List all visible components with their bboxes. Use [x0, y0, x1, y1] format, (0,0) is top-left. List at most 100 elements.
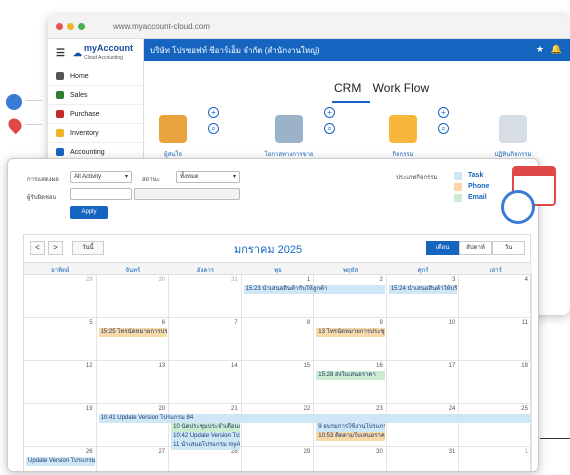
crm-module-2[interactable]: กิจกรรม: [378, 115, 428, 159]
day-cell[interactable]: 9: [314, 318, 387, 361]
day-cell[interactable]: 31: [169, 275, 242, 318]
hamburger-icon[interactable]: ☰: [56, 48, 65, 59]
sidebar-item-sales[interactable]: Sales: [48, 86, 143, 105]
type-select[interactable]: All Activity ▾: [70, 171, 132, 183]
day-cell[interactable]: 24: [386, 404, 460, 447]
logo-subtext: Cloud Accounting: [83, 55, 123, 61]
decor-lines: [26, 124, 42, 125]
day-cell[interactable]: 28: [169, 447, 242, 471]
bell-icon[interactable]: 🔔: [551, 44, 562, 55]
view-week-button[interactable]: สัปดาห์: [459, 241, 492, 255]
search-icon[interactable]: ⌕: [324, 123, 335, 134]
maximize-dot[interactable]: [78, 23, 85, 30]
clock-icon: [6, 94, 22, 110]
day-cell[interactable]: 1: [459, 447, 532, 471]
day-cell[interactable]: 16: [314, 361, 387, 404]
day-cell[interactable]: 29: [242, 447, 315, 471]
search-icon[interactable]: ⌕: [208, 123, 219, 134]
day-cell[interactable]: 2: [314, 275, 387, 318]
calendar-event[interactable]: Update Version โปรแกรม 84: [26, 457, 95, 466]
day-cell[interactable]: 7: [169, 318, 242, 361]
day-cell[interactable]: 20: [96, 404, 170, 447]
day-cell[interactable]: 8: [241, 318, 315, 361]
next-month-button[interactable]: >: [48, 241, 63, 255]
status-select[interactable]: ทั้งหมด ▾: [176, 171, 240, 183]
day-number: 22: [303, 406, 311, 412]
day-cell[interactable]: 27: [97, 447, 170, 471]
calendar-event[interactable]: 10:41 Update Version โปรแกรม 84: [98, 414, 530, 423]
close-dot[interactable]: [56, 23, 63, 30]
tab-workflow[interactable]: Work Flow: [373, 81, 429, 95]
day-number: 6: [161, 320, 166, 326]
day-cell[interactable]: 12: [24, 361, 97, 404]
sidebar-item-inventory[interactable]: Inventory: [48, 124, 143, 143]
calendar-event[interactable]: 13 โทรนัดหมายการประชุม: [316, 328, 385, 337]
sidebar-item-purchase[interactable]: Purchase: [48, 105, 143, 124]
legend-phone: Phone: [468, 183, 490, 190]
day-cell[interactable]: 18: [459, 361, 532, 404]
calendar-event[interactable]: 10:53 ติดตามใบเสนอราค: [316, 432, 385, 441]
calendar-panel: การแสดงผล All Activity ▾ สถานะ ทั้งหมด ▾ ผ…: [7, 158, 539, 472]
prev-month-button[interactable]: <: [30, 241, 45, 255]
calendar-event[interactable]: 15:25 โทรนัดหมายการประ: [98, 328, 168, 337]
calendar-event[interactable]: 15:23 นำเสนอสินค้ากับให้ลูกค้า: [243, 285, 385, 294]
crm-module-0[interactable]: ผู้สนใจ: [148, 115, 198, 159]
day-cell[interactable]: 30: [96, 275, 170, 318]
add-icon[interactable]: +: [324, 107, 335, 118]
crm-module-3[interactable]: ปฏิทินกิจกรรม: [488, 115, 538, 159]
day-cell[interactable]: 10: [386, 318, 460, 361]
status-label: สถานะ: [142, 177, 160, 183]
day-cell[interactable]: 11: [459, 318, 532, 361]
add-icon[interactable]: +: [208, 107, 219, 118]
day-cell[interactable]: 17: [386, 361, 460, 404]
weekday-0: อาทิตย์: [51, 268, 70, 274]
calendar-event[interactable]: 15:28 ส่งใบเสนอราคา: [316, 371, 385, 380]
search-icon[interactable]: ⌕: [438, 123, 449, 134]
day-number: 23: [376, 406, 383, 412]
day-cell[interactable]: 1: [241, 275, 315, 318]
minimize-dot[interactable]: [67, 23, 74, 30]
day-cell[interactable]: 15: [241, 361, 315, 404]
day-cell[interactable]: 19: [24, 404, 97, 447]
sidebar-item-home[interactable]: Home: [48, 67, 143, 86]
app-logo: ☰ ☁ myAccount Cloud Accounting: [48, 39, 143, 67]
tab-crm[interactable]: CRM: [334, 81, 361, 95]
day-cell[interactable]: 3: [386, 275, 460, 318]
day-cell[interactable]: 30: [314, 447, 387, 471]
star-icon[interactable]: ★: [536, 44, 544, 55]
calendar-event[interactable]: 10 นัดประชุมประจำเดือนก: [171, 423, 240, 432]
day-cell[interactable]: 6: [96, 318, 170, 361]
day-cell[interactable]: 31: [387, 447, 460, 471]
day-number: 8: [306, 320, 311, 326]
calendar-event[interactable]: 9 อบรมการใช้งานโปรแกรม: [316, 423, 385, 432]
task-swatch: [454, 172, 462, 180]
calendar-event[interactable]: 10:42 Update Version โป: [171, 432, 240, 441]
day-number: 18: [521, 363, 528, 369]
day-cell[interactable]: 25: [459, 404, 532, 447]
owner-input[interactable]: [70, 188, 132, 200]
sales-icon: [56, 91, 64, 99]
day-cell[interactable]: 22: [241, 404, 315, 447]
calendar-event[interactable]: 15:24 นำเสนอสินค้าให้บริ: [388, 285, 458, 294]
day-cell[interactable]: 4: [459, 275, 532, 318]
owner-name-field: [134, 188, 240, 200]
view-month-button[interactable]: เดือน: [426, 241, 459, 255]
day-cell[interactable]: 5: [24, 318, 97, 361]
owner-label: ผู้รับผิดชอบ: [27, 195, 57, 201]
calendar: < > วันนี้ มกราคม 2025 เดือน สัปดาห์ วัน…: [23, 234, 532, 471]
apply-button[interactable]: Apply: [70, 206, 108, 219]
module-icon: [275, 115, 303, 143]
day-number: 29: [303, 449, 311, 455]
add-icon[interactable]: +: [438, 107, 449, 118]
type-label: การแสดงผล: [27, 177, 59, 183]
day-cell[interactable]: 14: [169, 361, 242, 404]
day-cell[interactable]: 29: [24, 275, 97, 318]
day-number: 31: [231, 277, 238, 283]
crm-module-1[interactable]: โอกาสทางการขาย: [264, 115, 314, 159]
day-number: 30: [376, 449, 383, 455]
calendar-event[interactable]: 11 นำเสนอโปรแกรม myA: [171, 441, 240, 450]
day-cell[interactable]: 13: [96, 361, 170, 404]
view-day-button[interactable]: วัน: [492, 241, 525, 255]
today-button[interactable]: วันนี้: [72, 241, 104, 255]
address-bar[interactable]: www.myaccount-cloud.com: [113, 22, 210, 31]
